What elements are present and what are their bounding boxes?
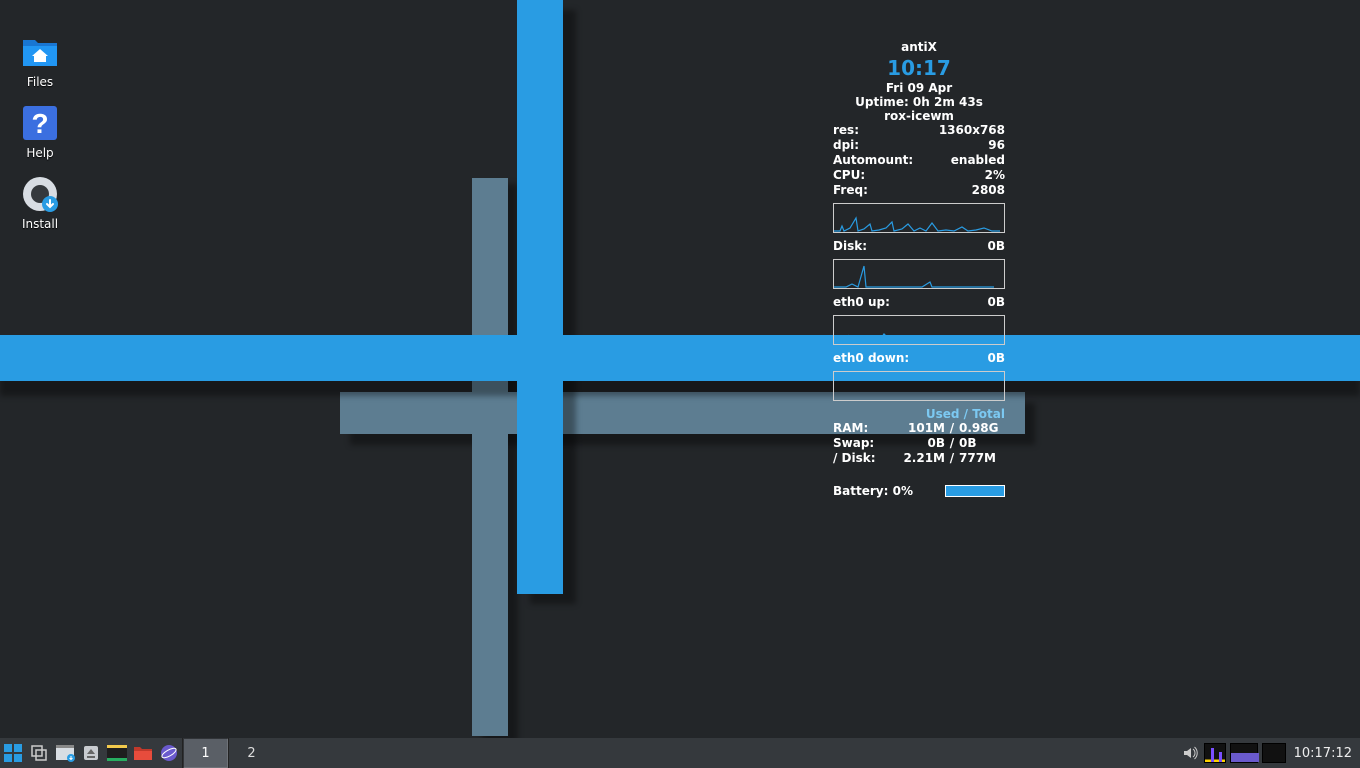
desktop-icon-help[interactable]: ? Help	[10, 103, 70, 161]
battery-bar-icon	[945, 485, 1005, 497]
launcher-eject-button[interactable]	[78, 738, 104, 768]
conky-row-freq: Freq:2808	[833, 183, 1005, 198]
conky-battery: Battery: 0%	[833, 484, 1005, 498]
workspace-1-button[interactable]: 1	[182, 738, 228, 768]
conky-mem-swap: Swap:0B/0B	[833, 436, 1005, 451]
taskbar-clock[interactable]: 10:17:12	[1288, 746, 1360, 761]
volume-button[interactable]	[1178, 738, 1202, 768]
conky-usedtotal-header: Used / Total	[833, 407, 1005, 421]
start-menu-button[interactable]	[0, 738, 26, 768]
cpu-applet[interactable]	[1204, 743, 1226, 763]
help-icon: ?	[20, 103, 60, 143]
conky-row-dpi: dpi:96	[833, 138, 1005, 153]
net-applet[interactable]	[1262, 743, 1286, 763]
desktop-icon-label: Files	[10, 76, 70, 90]
folder-icon	[133, 745, 153, 761]
wallpaper	[0, 0, 1360, 768]
conky-row-disk: Disk:0B	[833, 239, 1005, 254]
install-icon	[20, 174, 60, 214]
launcher-browser-button[interactable]	[156, 738, 182, 768]
folder-home-icon	[20, 32, 60, 72]
conky-monitor: antiX 10:17 Fri 09 Apr Uptime: 0h 2m 43s…	[833, 40, 1005, 498]
conky-session: rox-icewm	[833, 109, 1005, 123]
file-manager-icon	[55, 744, 75, 762]
conky-title: antiX	[833, 40, 1005, 54]
desktop-icon-label: Install	[10, 218, 70, 232]
conky-row-eth0-down: eth0 down:0B	[833, 351, 1005, 366]
volume-icon	[1182, 745, 1198, 761]
browser-icon	[160, 744, 178, 762]
conky-mem-disk: / Disk:2.21M/777M	[833, 451, 1005, 466]
launcher-editor-button[interactable]	[130, 738, 156, 768]
antix-menu-icon	[3, 743, 23, 763]
conky-clock: 10:17	[833, 56, 1005, 80]
conky-eth0-up-graph	[833, 315, 1005, 345]
conky-eth0-down-graph	[833, 371, 1005, 401]
windows-cascade-icon	[30, 744, 48, 762]
conky-row-automount: Automount:enabled	[833, 153, 1005, 168]
conky-cpu-graph	[833, 203, 1005, 233]
conky-mem-ram: RAM:101M/0.98G	[833, 421, 1005, 436]
launcher-terminal-button[interactable]	[104, 738, 130, 768]
conky-row-res: res:1360x768	[833, 123, 1005, 138]
desktop-icons: Files ? Help Install	[10, 32, 70, 244]
workspace-2-button[interactable]: 2	[228, 738, 274, 768]
eject-icon	[82, 744, 100, 762]
mem-applet[interactable]	[1230, 743, 1258, 763]
desktop-icon-files[interactable]: Files	[10, 32, 70, 90]
conky-row-cpu: CPU:2%	[833, 168, 1005, 183]
svg-text:?: ?	[31, 108, 48, 139]
launcher-files-button[interactable]	[52, 738, 78, 768]
conky-date: Fri 09 Apr	[833, 81, 1005, 95]
conky-row-eth0-up: eth0 up:0B	[833, 295, 1005, 310]
conky-disk-graph	[833, 259, 1005, 289]
system-tray: 10:17:12	[1178, 738, 1360, 768]
taskbar: 1 2 10:17:12	[0, 738, 1360, 768]
desktop-icon-label: Help	[10, 147, 70, 161]
desktop-icon-install[interactable]: Install	[10, 174, 70, 232]
terminal-icon	[107, 745, 127, 761]
show-desktop-button[interactable]	[26, 738, 52, 768]
conky-uptime: Uptime: 0h 2m 43s	[833, 95, 1005, 109]
